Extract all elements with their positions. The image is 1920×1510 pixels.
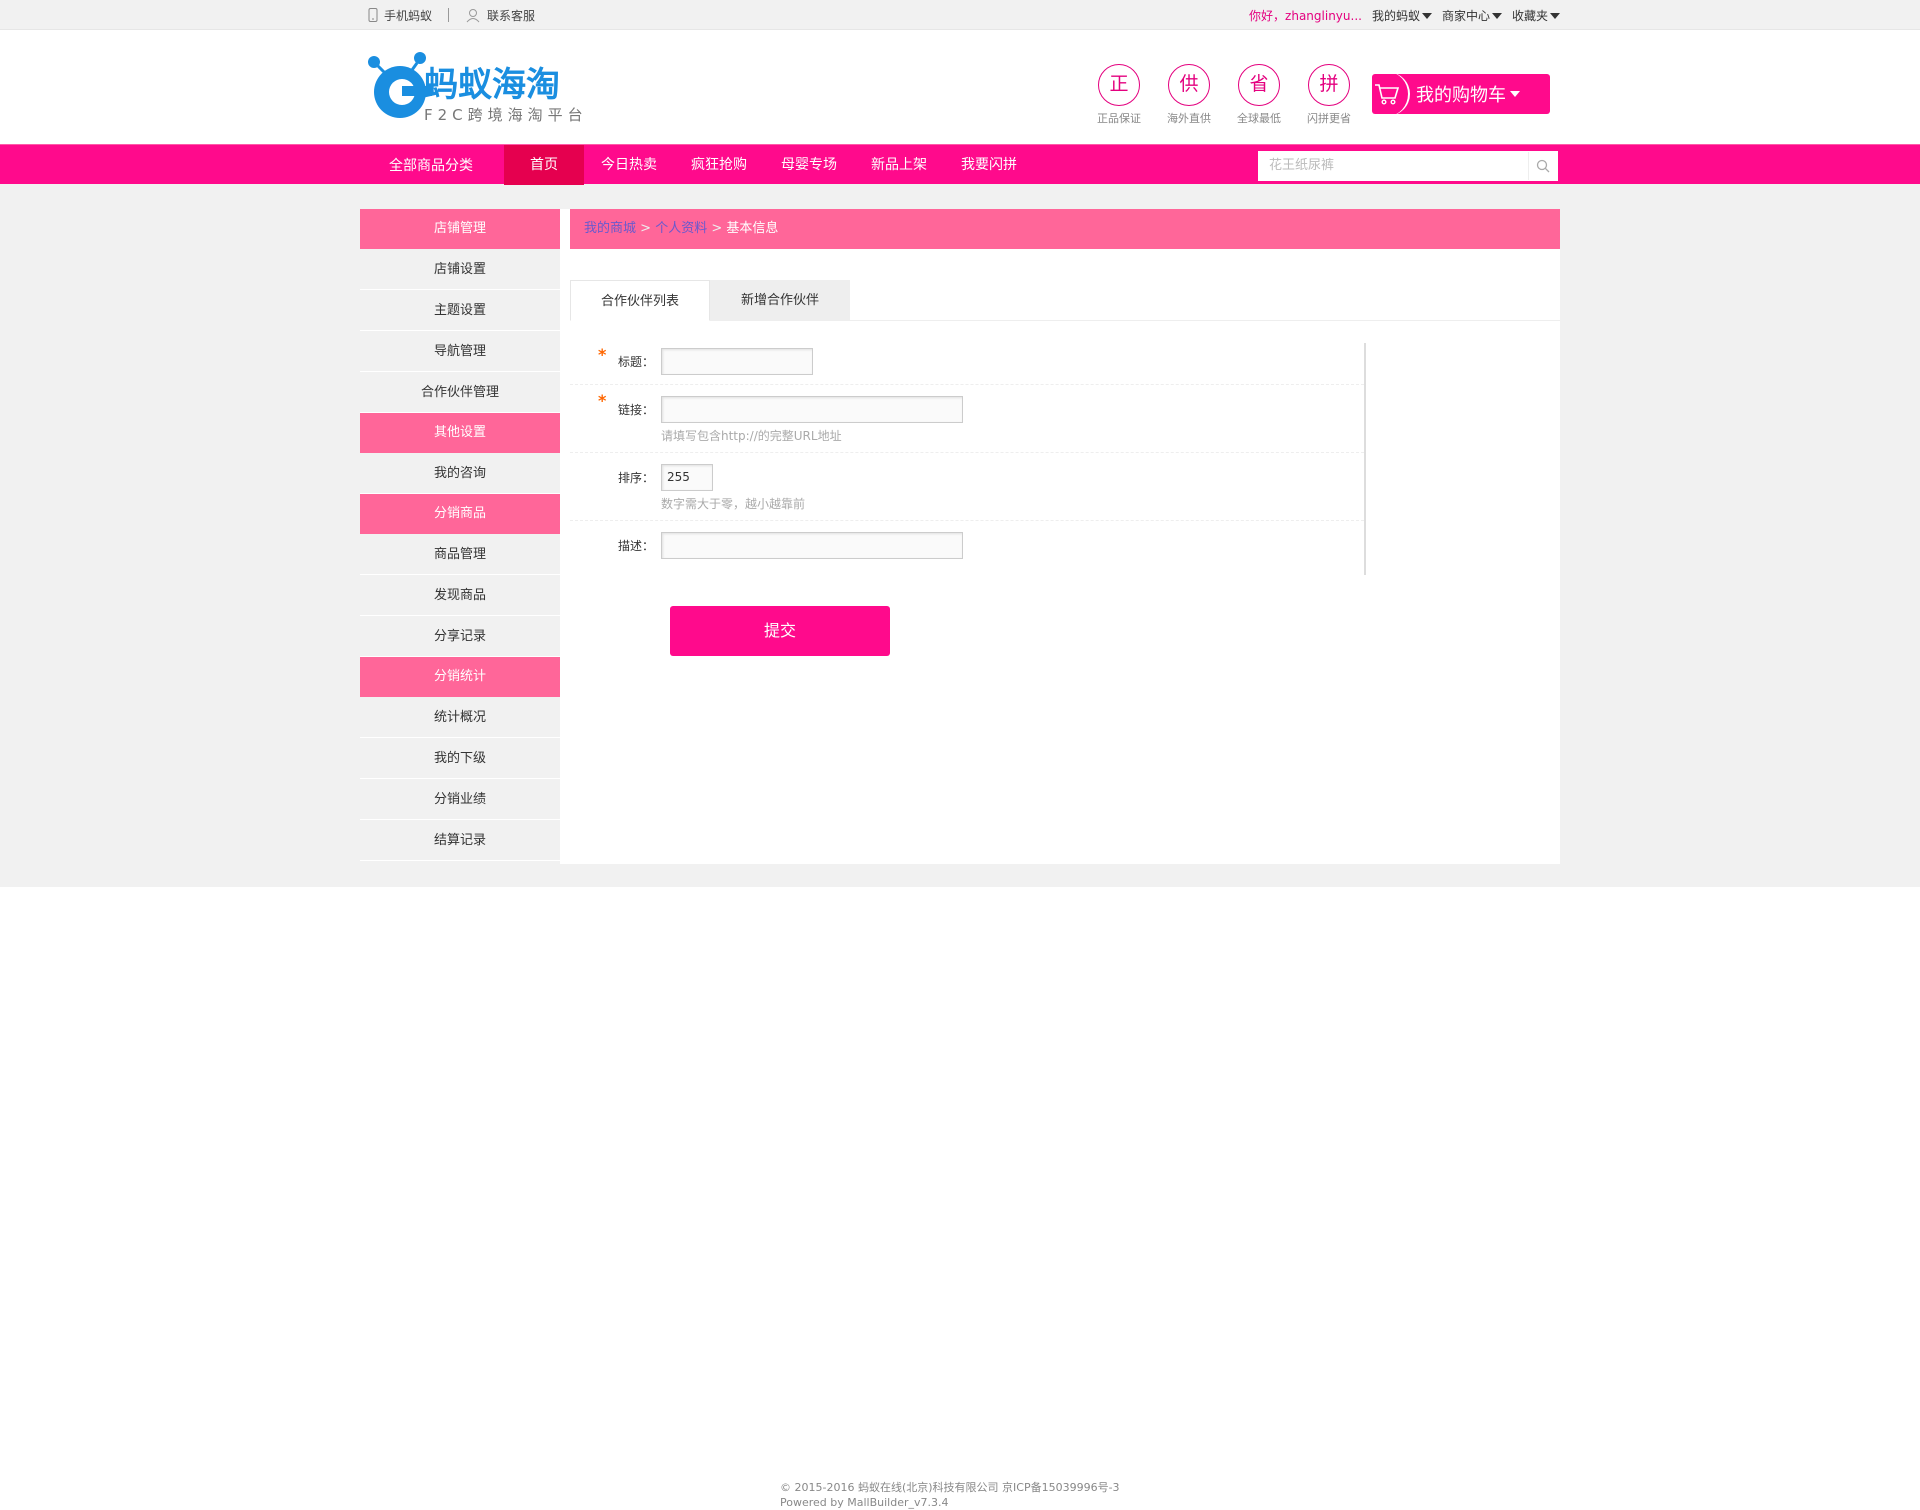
form-row-desc: 描述： xyxy=(570,521,1364,575)
desc-input[interactable] xyxy=(661,532,963,559)
sort-input[interactable]: 255 xyxy=(661,464,713,491)
breadcrumb-profile[interactable]: 个人资料 xyxy=(655,221,707,236)
promise-direct: 供海外直供 xyxy=(1167,64,1211,126)
seller-center-label: 商家中心 xyxy=(1441,8,1490,23)
title-input[interactable] xyxy=(661,348,813,375)
my-ant-menu[interactable]: 我的蚂蚁 xyxy=(1372,7,1432,24)
mobile-link[interactable]: 手机蚂蚁 xyxy=(360,7,440,24)
content-area: 店铺管理 店铺设置 主题设置 导航管理 合作伙伴管理 其他设置 我的咨询 分销商… xyxy=(0,184,1920,887)
partner-form: * 标题： * 链接： 请填写包含http://的完整URL地址 排序： 255… xyxy=(570,343,1366,575)
chevron-down-icon xyxy=(1491,13,1502,19)
svg-text:蚂蚁海淘: 蚂蚁海淘 xyxy=(424,65,560,105)
nav-group-buy[interactable]: 我要闪拼 xyxy=(944,145,1034,185)
sidebar-item-store-settings[interactable]: 店铺设置 xyxy=(360,249,560,290)
form-row-title: * 标题： xyxy=(570,343,1364,385)
favorites-label: 收藏夹 xyxy=(1511,8,1548,23)
sidebar-item-overview[interactable]: 统计概况 xyxy=(360,697,560,738)
my-ant-label: 我的蚂蚁 xyxy=(1371,8,1420,23)
promise-label: 正品保证 xyxy=(1097,112,1141,125)
sidebar-item-subordinates[interactable]: 我的下级 xyxy=(360,738,560,779)
sort-label: 排序： xyxy=(617,471,654,485)
promise-group: 拼闪拼更省 xyxy=(1307,64,1351,126)
promise-label: 海外直供 xyxy=(1167,112,1211,125)
main-panel: 我的商城 > 个人资料 > 基本信息 合作伙伴列表 新增合作伙伴 * 标题： *… xyxy=(560,209,1560,864)
sidebar-item-consult[interactable]: 我的咨询 xyxy=(360,453,560,494)
cart-button[interactable]: 我的购物车 xyxy=(1372,74,1550,114)
sidebar-item-goods-manage[interactable]: 商品管理 xyxy=(360,534,560,575)
form-row-sort: 排序： 255 数字需大于零，越小越靠前 xyxy=(570,453,1364,521)
sidebar-group-dist-goods: 分销商品 xyxy=(360,494,560,534)
promise-genuine: 正正品保证 xyxy=(1097,64,1141,126)
nav-new-arrivals[interactable]: 新品上架 xyxy=(854,145,944,185)
link-label: 链接： xyxy=(617,403,654,417)
sidebar-item-navigation[interactable]: 导航管理 xyxy=(360,331,560,372)
sidebar-item-performance[interactable]: 分销业绩 xyxy=(360,779,560,820)
user-icon xyxy=(466,9,480,23)
breadcrumb-sep: > xyxy=(711,221,723,236)
copyright-text: © 2015-2016 蚂蚁在线(北京)科技有限公司 京ICP备15039996… xyxy=(780,1481,1120,1494)
sidebar: 店铺管理 店铺设置 主题设置 导航管理 合作伙伴管理 其他设置 我的咨询 分销商… xyxy=(360,209,560,864)
ant-logo-icon: 蚂蚁海淘 F2C跨境海淘平台 xyxy=(368,52,588,124)
chevron-down-icon xyxy=(1421,13,1432,19)
cart-label: 我的购物车 xyxy=(1416,85,1506,106)
nav-flash-sale[interactable]: 疯狂抢购 xyxy=(674,145,764,185)
save-badge-icon: 省 xyxy=(1238,64,1280,106)
breadcrumb-home[interactable]: 我的商城 xyxy=(584,221,636,236)
service-label: 联系客服 xyxy=(487,8,536,23)
service-link[interactable]: 联系客服 xyxy=(457,7,543,24)
favorites-menu[interactable]: 收藏夹 xyxy=(1512,7,1560,24)
group-badge-icon: 拼 xyxy=(1308,64,1350,106)
divider xyxy=(448,8,450,22)
tab-partner-list[interactable]: 合作伙伴列表 xyxy=(570,280,710,321)
tab-add-partner[interactable]: 新增合作伙伴 xyxy=(710,280,850,321)
site-logo[interactable]: 蚂蚁海淘 F2C跨境海淘平台 xyxy=(362,48,602,128)
sidebar-item-discover[interactable]: 发现商品 xyxy=(360,575,560,616)
sidebar-item-share-log[interactable]: 分享记录 xyxy=(360,616,560,657)
search-box: 花王纸尿裤 xyxy=(1258,151,1558,181)
breadcrumb-sep: > xyxy=(640,221,652,236)
breadcrumb-current: 基本信息 xyxy=(726,221,779,236)
promise-lowest: 省全球最低 xyxy=(1237,64,1281,126)
search-button[interactable] xyxy=(1529,152,1557,180)
title-label: 标题： xyxy=(617,355,654,369)
powered-by-text: Powered by MallBuilder_v7.3.4 xyxy=(780,1496,949,1509)
sidebar-group-store: 店铺管理 xyxy=(360,209,560,249)
search-icon xyxy=(1536,159,1550,173)
phone-icon xyxy=(368,8,378,22)
sidebar-group-other: 其他设置 xyxy=(360,413,560,453)
sidebar-item-theme[interactable]: 主题设置 xyxy=(360,290,560,331)
form-row-link: * 链接： 请填写包含http://的完整URL地址 xyxy=(570,385,1364,453)
desc-label: 描述： xyxy=(617,539,654,553)
nav-baby[interactable]: 母婴专场 xyxy=(764,145,854,185)
nav-hot-today[interactable]: 今日热卖 xyxy=(584,145,674,185)
promise-label: 闪拼更省 xyxy=(1307,112,1351,125)
mobile-label: 手机蚂蚁 xyxy=(384,8,433,23)
chevron-down-icon xyxy=(1510,91,1520,97)
breadcrumb: 我的商城 > 个人资料 > 基本信息 xyxy=(570,209,1560,249)
link-hint: 请填写包含http://的完整URL地址 xyxy=(661,429,842,443)
promises: 正正品保证 供海外直供 省全球最低 拼闪拼更省 xyxy=(1097,64,1351,126)
nav-home[interactable]: 首页 xyxy=(504,145,584,185)
footer: © 2015-2016 蚂蚁在线(北京)科技有限公司 京ICP备15039996… xyxy=(0,1480,1920,1510)
cart-icon xyxy=(1372,74,1410,114)
link-input[interactable] xyxy=(661,396,963,423)
all-categories[interactable]: 全部商品分类 xyxy=(360,155,490,175)
promise-label: 全球最低 xyxy=(1237,112,1281,125)
user-greeting[interactable]: 你好，zhanglinyu... xyxy=(1249,7,1362,24)
sort-hint: 数字需大于零，越小越靠前 xyxy=(661,497,806,511)
genuine-badge-icon: 正 xyxy=(1098,64,1140,106)
seller-center-menu[interactable]: 商家中心 xyxy=(1442,7,1502,24)
submit-button[interactable]: 提交 xyxy=(670,606,890,656)
top-bar: 手机蚂蚁 联系客服 你好，zhanglinyu... 我的蚂蚁 商家中心 收藏夹 xyxy=(0,0,1920,30)
search-input[interactable]: 花王纸尿裤 xyxy=(1259,152,1529,180)
sidebar-item-settlement[interactable]: 结算记录 xyxy=(360,820,560,861)
svg-text:F2C跨境海淘平台: F2C跨境海淘平台 xyxy=(424,106,588,124)
header: 蚂蚁海淘 F2C跨境海淘平台 正正品保证 供海外直供 省全球最低 拼闪拼更省 我… xyxy=(0,30,1920,144)
sidebar-item-partners[interactable]: 合作伙伴管理 xyxy=(360,372,560,413)
chevron-down-icon xyxy=(1550,13,1560,19)
main-nav: 全部商品分类 首页 今日热卖 疯狂抢购 母婴专场 新品上架 我要闪拼 花王纸尿裤 xyxy=(0,144,1920,185)
supply-badge-icon: 供 xyxy=(1168,64,1210,106)
tab-bar: 合作伙伴列表 新增合作伙伴 xyxy=(570,280,1560,321)
sidebar-group-dist-stats: 分销统计 xyxy=(360,657,560,697)
